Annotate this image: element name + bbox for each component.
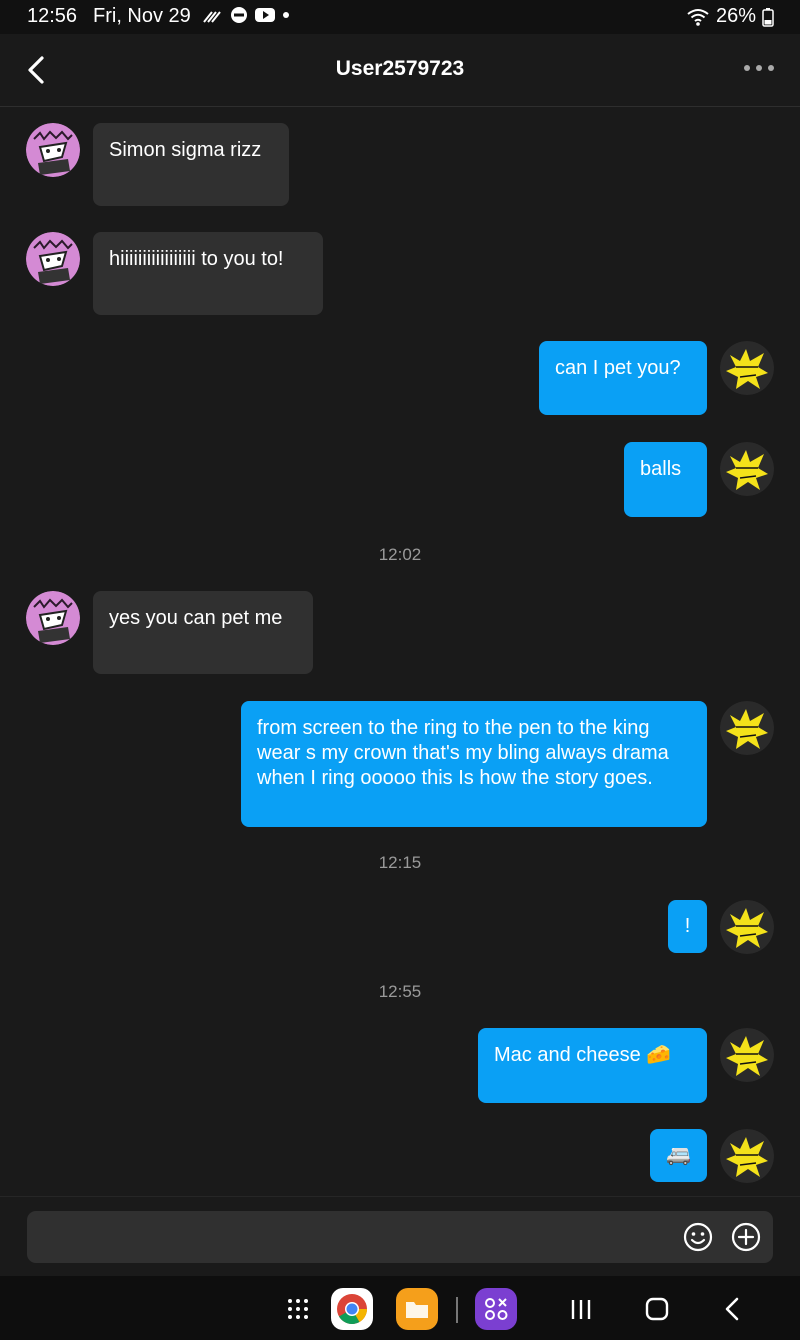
message-text: Simon sigma rizz: [109, 139, 262, 161]
message-bubble-outgoing[interactable]: from screen to the ring to the pen to th…: [241, 701, 707, 827]
timestamp-divider: 12:02: [378, 545, 422, 564]
user-avatar[interactable]: [720, 701, 774, 755]
contact-avatar[interactable]: [26, 591, 80, 645]
message-list[interactable]: Simon sigma rizz hiiiiiiiiiiiiiiiii to y…: [0, 107, 800, 1195]
message-bubble-incoming[interactable]: yes you can pet me: [93, 591, 313, 674]
message-text: can I pet you?: [555, 357, 681, 379]
emoji-icon: [683, 1222, 713, 1252]
recents-icon: [571, 1300, 591, 1319]
message-input[interactable]: [43, 1211, 667, 1265]
message-text: 🚐: [666, 1144, 691, 1166]
galaxy-store-app-button[interactable]: [475, 1288, 517, 1330]
dnd-icon: [231, 7, 247, 23]
home-button[interactable]: [636, 1288, 678, 1330]
message-text: from screen to the ring to the pen to th…: [257, 717, 669, 789]
message-bubble-outgoing[interactable]: 🚐: [650, 1129, 707, 1182]
chat-header: User2579723: [0, 34, 800, 107]
message-text: hiiiiiiiiiiiiiiiii to you to!: [109, 248, 284, 270]
chrome-icon: [331, 1288, 373, 1330]
files-app-button[interactable]: [396, 1288, 438, 1330]
youtube-icon: [255, 8, 275, 22]
add-circle-icon: [731, 1222, 761, 1252]
user-avatar[interactable]: [720, 341, 774, 395]
app-drawer-button[interactable]: [277, 1288, 319, 1330]
missed-call-icon: [203, 11, 221, 23]
home-icon: [645, 1297, 669, 1321]
user-avatar[interactable]: [720, 900, 774, 954]
message-bubble-outgoing[interactable]: !: [668, 900, 707, 953]
back-arrow-icon: [725, 1297, 739, 1321]
battery-percent: 26%: [715, 5, 756, 27]
status-notification-icons: [202, 6, 290, 24]
contact-avatar[interactable]: [26, 123, 80, 177]
nav-divider: [456, 1297, 458, 1323]
composer-bar: [0, 1196, 800, 1277]
message-text: yes you can pet me: [109, 607, 283, 629]
recent-apps-button[interactable]: [560, 1288, 602, 1330]
system-back-button[interactable]: [712, 1288, 754, 1330]
battery-icon: [762, 7, 774, 27]
timestamp-divider: 12:15: [378, 853, 422, 872]
folder-icon: [396, 1288, 438, 1330]
user-avatar[interactable]: [720, 1129, 774, 1183]
message-bubble-outgoing[interactable]: balls: [624, 442, 707, 517]
message-text: Mac and cheese 🧀: [494, 1044, 672, 1066]
status-date: Fri, Nov 29: [93, 5, 191, 27]
message-bubble-outgoing[interactable]: Mac and cheese 🧀: [478, 1028, 707, 1103]
message-bubble-incoming[interactable]: Simon sigma rizz: [93, 123, 289, 206]
status-bar: 12:56 Fri, Nov 29 26%: [0, 0, 800, 34]
timestamp-divider: 12:55: [378, 982, 422, 1001]
chat-title: User2579723: [335, 57, 465, 80]
emoji-button[interactable]: [683, 1222, 713, 1252]
grid-dots-icon: [288, 1299, 308, 1319]
wifi-icon: [687, 8, 709, 26]
user-avatar[interactable]: [720, 1028, 774, 1082]
user-avatar[interactable]: [720, 442, 774, 496]
more-options-button[interactable]: [742, 58, 776, 78]
dot-icon: [283, 12, 289, 18]
message-text: !: [684, 915, 691, 937]
status-time: 12:56: [27, 5, 78, 27]
message-composer[interactable]: [27, 1211, 773, 1265]
message-text: balls: [640, 458, 682, 480]
add-attachment-button[interactable]: [731, 1222, 761, 1252]
contact-avatar[interactable]: [26, 232, 80, 286]
status-right: 26%: [686, 5, 774, 28]
message-bubble-incoming[interactable]: hiiiiiiiiiiiiiiiii to you to!: [93, 232, 323, 315]
system-navigation-bar: [0, 1276, 800, 1340]
apps-shape-icon: [475, 1288, 517, 1330]
message-bubble-outgoing[interactable]: can I pet you?: [539, 341, 707, 415]
chrome-app-button[interactable]: [331, 1288, 373, 1330]
more-dots-icon: [744, 65, 774, 71]
